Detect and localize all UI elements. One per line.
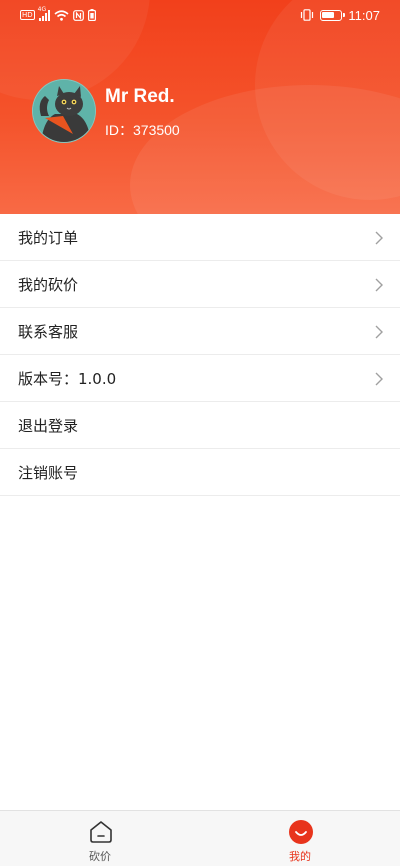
cat-avatar-icon <box>33 80 95 142</box>
battery-saver-icon <box>87 9 96 21</box>
menu-item-delete-account[interactable]: 注销账号 <box>0 449 400 496</box>
menu-item-my-orders[interactable]: 我的订单 <box>0 214 400 261</box>
battery-icon <box>320 9 346 21</box>
menu-item-version[interactable]: 版本号：1.0.0 <box>0 355 400 402</box>
avatar[interactable] <box>32 79 96 143</box>
user-id: ID：373500 <box>105 122 180 138</box>
chevron-right-icon <box>375 231 383 245</box>
menu-item-label: 退出登录 <box>18 416 79 435</box>
vibrate-icon <box>301 9 314 21</box>
menu-list: 我的订单 我的砍价 联系客服 版本号：1.0.0 退出登录 注销账号 <box>0 214 400 496</box>
hd-icon: HD <box>20 10 35 20</box>
menu-item-label: 我的订单 <box>18 228 79 247</box>
menu-item-label: 注销账号 <box>18 463 79 482</box>
tab-label: 我的 <box>289 850 311 863</box>
tab-bargain[interactable]: 砍价 <box>0 811 200 866</box>
signal-icon: 4G <box>38 6 50 21</box>
clock: 11:07 <box>348 7 380 23</box>
status-bar: HD 4G 11:07 <box>0 0 400 30</box>
menu-item-label: 我的砍价 <box>18 275 79 294</box>
tab-mine[interactable]: 我的 <box>200 811 400 866</box>
home-icon <box>90 821 112 843</box>
wifi-icon <box>54 9 69 21</box>
nfc-icon <box>72 9 84 21</box>
smile-icon <box>289 820 313 844</box>
chevron-right-icon <box>375 372 383 386</box>
profile-header: HD 4G 11:07 Mr Red. ID：373500 <box>0 0 400 214</box>
username: Mr Red. <box>105 86 175 107</box>
menu-item-contact-support[interactable]: 联系客服 <box>0 308 400 355</box>
menu-item-label: 联系客服 <box>18 322 79 341</box>
menu-item-label: 版本号：1.0.0 <box>18 369 117 388</box>
chevron-right-icon <box>375 278 383 292</box>
menu-item-my-bargains[interactable]: 我的砍价 <box>0 261 400 308</box>
chevron-right-icon <box>375 325 383 339</box>
tab-label: 砍价 <box>89 850 111 863</box>
bottom-tab-bar: 砍价 我的 <box>0 810 400 866</box>
menu-item-logout[interactable]: 退出登录 <box>0 402 400 449</box>
